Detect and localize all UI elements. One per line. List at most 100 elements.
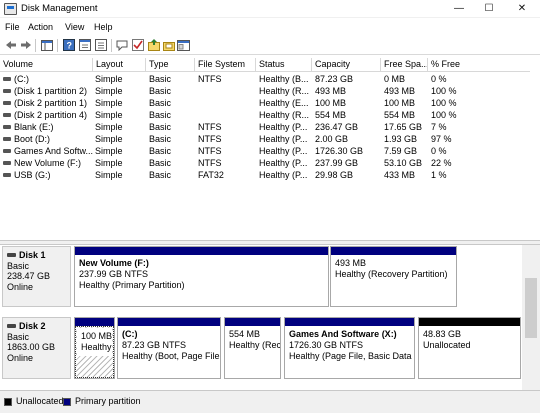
disk-1-name: Disk 1 bbox=[19, 250, 46, 260]
import-icon[interactable] bbox=[146, 38, 161, 52]
volume-row[interactable]: USB (G:) Simple Basic FAT32 Healthy (P... 29.… bbox=[0, 169, 530, 181]
close-button[interactable]: ✕ bbox=[507, 0, 537, 18]
disk-2-label[interactable]: Disk 2 Basic 1863.00 GB Online bbox=[2, 317, 71, 379]
refresh-icon[interactable] bbox=[93, 38, 108, 52]
cell-file-system: NTFS bbox=[198, 134, 222, 144]
toolbar-separator bbox=[111, 39, 112, 52]
cell-percent-free: 100 % bbox=[431, 110, 457, 120]
disk-2-status: Online bbox=[7, 352, 34, 363]
volume-icon bbox=[3, 173, 11, 177]
volume-icon bbox=[3, 149, 11, 153]
cell-layout: Simple bbox=[95, 134, 123, 144]
cell-percent-free: 100 % bbox=[431, 98, 457, 108]
partition-size: 1726.30 GB NTFS bbox=[289, 340, 364, 350]
properties-icon[interactable] bbox=[77, 38, 92, 52]
cell-type: Basic bbox=[149, 134, 172, 144]
column-header-file-system[interactable]: File System bbox=[195, 58, 256, 72]
cell-file-system: NTFS bbox=[198, 74, 222, 84]
back-icon[interactable] bbox=[3, 38, 18, 52]
cell-free-space: 7.59 GB bbox=[384, 146, 418, 156]
minimize-button[interactable]: — bbox=[444, 0, 474, 18]
cell-volume: (Disk 2 partition 4) bbox=[14, 110, 88, 120]
export-icon[interactable] bbox=[161, 38, 176, 52]
cell-free-space: 554 MB bbox=[384, 110, 416, 120]
column-header-free-space[interactable]: Free Spa... bbox=[381, 58, 428, 72]
cell-status: Healthy (P... bbox=[259, 122, 308, 132]
partition-c[interactable]: (C:) 87.23 GB NTFS Healthy (Boot, Page F… bbox=[117, 317, 221, 379]
checkmark-icon[interactable] bbox=[130, 38, 145, 52]
show-hide-icon[interactable] bbox=[176, 38, 191, 52]
volume-list-scroll-area bbox=[530, 58, 540, 240]
menu-action[interactable]: Action bbox=[28, 22, 53, 32]
column-header-layout[interactable]: Layout bbox=[93, 58, 146, 72]
partition-status: Healthy (Recovery Partition) bbox=[335, 269, 448, 279]
column-header-status[interactable]: Status bbox=[256, 58, 312, 72]
primary-partition-bar bbox=[285, 318, 414, 326]
column-header-type[interactable]: Type bbox=[146, 58, 195, 72]
partition-status: Unallocated bbox=[423, 340, 471, 350]
column-header-percent-free[interactable]: % Free bbox=[428, 58, 530, 72]
cell-volume: (Disk 1 partition 2) bbox=[14, 86, 88, 96]
unallocated-bar bbox=[419, 318, 520, 326]
volume-row[interactable]: (Disk 1 partition 2) Simple Basic Healthy (… bbox=[0, 85, 530, 97]
cell-type: Basic bbox=[149, 146, 172, 156]
partition-games-and-software-x[interactable]: Games And Software (X:) 1726.30 GB NTFS … bbox=[284, 317, 415, 379]
volume-row[interactable]: Boot (D:) Simple Basic NTFS Healthy (P... 2.0… bbox=[0, 133, 530, 145]
cell-type: Basic bbox=[149, 110, 172, 120]
disk-icon bbox=[7, 253, 16, 258]
cell-capacity: 87.23 GB bbox=[315, 74, 354, 84]
help-icon[interactable]: ? bbox=[61, 38, 76, 52]
primary-partition-bar bbox=[118, 318, 220, 326]
cell-layout: Simple bbox=[95, 158, 123, 168]
volume-row[interactable]: (Disk 2 partition 1) Simple Basic Healthy (… bbox=[0, 97, 530, 109]
scrollbar-thumb[interactable] bbox=[525, 278, 537, 338]
volume-icon bbox=[3, 113, 11, 117]
cell-capacity: 493 MB bbox=[315, 86, 347, 96]
menu-help[interactable]: Help bbox=[94, 22, 113, 32]
menu-file[interactable]: File bbox=[5, 22, 20, 32]
cell-layout: Simple bbox=[95, 122, 123, 132]
cell-type: Basic bbox=[149, 98, 172, 108]
volume-row[interactable]: (C:) Simple Basic NTFS Healthy (B... 87.23 GB… bbox=[0, 73, 530, 85]
cell-status: Healthy (R... bbox=[259, 110, 310, 120]
partition-status: Healthy (Boot, Page File, bbox=[122, 351, 220, 361]
partition-name: Games And Software (X:) bbox=[289, 329, 397, 339]
partition-new-volume-f[interactable]: New Volume (F:) 237.99 GB NTFS Healthy (… bbox=[74, 246, 329, 307]
cell-status: Healthy (P... bbox=[259, 146, 308, 156]
forward-icon[interactable] bbox=[18, 38, 33, 52]
disk-1-label[interactable]: Disk 1 Basic 238.47 GB Online bbox=[2, 246, 71, 307]
partition-disk2-recovery[interactable]: 554 MB Healthy (Rec bbox=[224, 317, 281, 379]
partition-status: Healthy bbox=[81, 342, 112, 352]
disk-1-type: Basic bbox=[7, 260, 30, 271]
cell-percent-free: 1 % bbox=[431, 170, 447, 180]
volume-row[interactable]: Blank (E:) Simple Basic NTFS Healthy (P... 23… bbox=[0, 121, 530, 133]
menu-view[interactable]: View bbox=[65, 22, 84, 32]
volume-row[interactable]: (Disk 2 partition 4) Simple Basic Healthy (… bbox=[0, 109, 530, 121]
primary-partition-bar bbox=[75, 318, 114, 326]
console-tree-icon[interactable] bbox=[39, 38, 54, 52]
maximize-button[interactable]: ☐ bbox=[474, 0, 504, 18]
rescan-icon[interactable] bbox=[115, 38, 130, 52]
partition-disk2-efi[interactable]: 100 MB Healthy bbox=[74, 317, 115, 379]
cell-layout: Simple bbox=[95, 170, 123, 180]
disk-2-size: 1863.00 GB bbox=[7, 342, 56, 352]
volume-icon bbox=[3, 161, 11, 165]
cell-type: Basic bbox=[149, 122, 172, 132]
volume-row[interactable]: Games And Softw... Simple Basic NTFS Healthy… bbox=[0, 145, 530, 157]
partition-disk1-recovery[interactable]: 493 MB Healthy (Recovery Partition) bbox=[330, 246, 457, 307]
cell-capacity: 237.99 GB bbox=[315, 158, 359, 168]
title-bar: Disk Management — ☐ ✕ bbox=[0, 0, 540, 18]
column-header-volume[interactable]: Volume bbox=[0, 58, 93, 72]
volume-row[interactable]: New Volume (F:) Simple Basic NTFS Healthy (P… bbox=[0, 157, 530, 169]
unallocated-space[interactable]: 48.83 GB Unallocated bbox=[418, 317, 521, 379]
volume-icon bbox=[3, 77, 11, 81]
cell-volume: New Volume (F:) bbox=[14, 158, 82, 168]
cell-capacity: 2.00 GB bbox=[315, 134, 349, 144]
column-header-capacity[interactable]: Capacity bbox=[312, 58, 381, 72]
graphical-view-scrollbar[interactable] bbox=[522, 245, 540, 390]
cell-type: Basic bbox=[149, 170, 172, 180]
disk-management-app-icon bbox=[4, 3, 17, 15]
cell-type: Basic bbox=[149, 158, 172, 168]
partition-name: (C:) bbox=[122, 329, 138, 339]
disk-icon bbox=[7, 324, 16, 329]
